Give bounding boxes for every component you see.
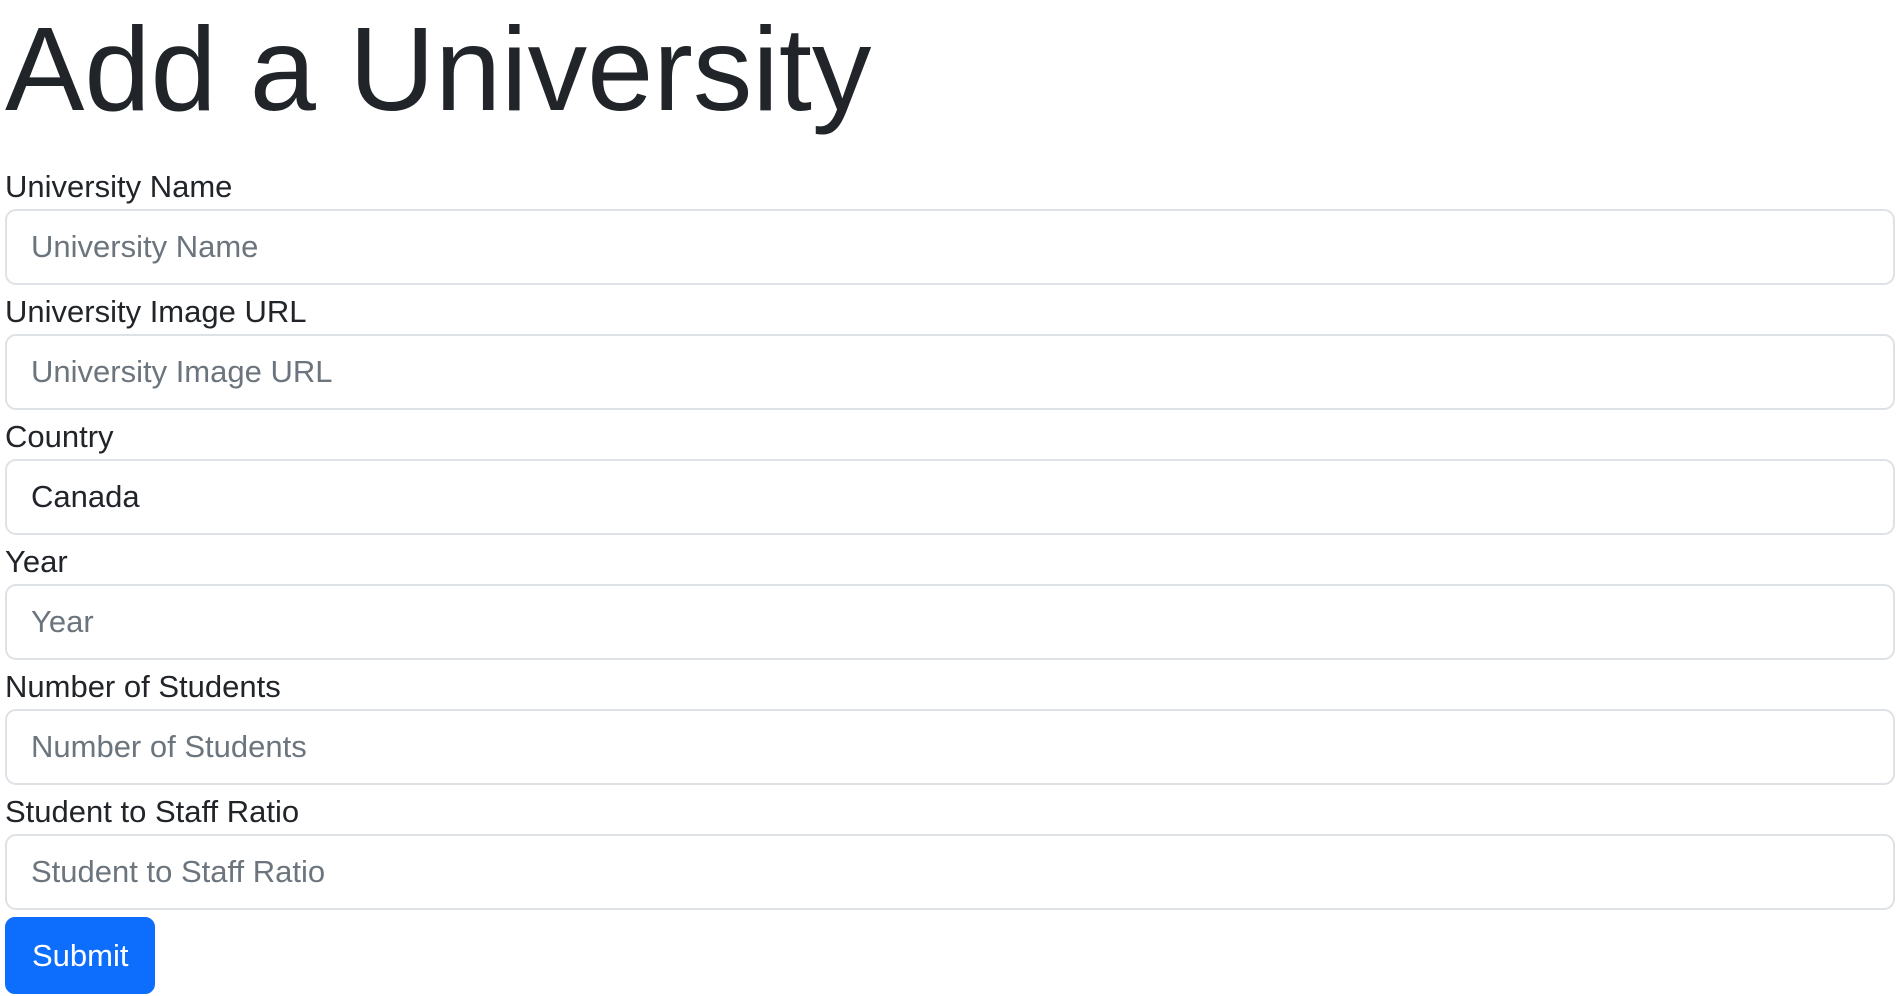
country-input[interactable] [5,459,1895,535]
university-name-input[interactable] [5,209,1895,285]
university-image-url-label: University Image URL [5,294,307,329]
university-name-label: University Name [5,169,233,204]
student-to-staff-ratio-input[interactable] [5,834,1895,910]
field-year: Year [5,542,1895,667]
country-label: Country [5,419,114,454]
student-to-staff-ratio-label: Student to Staff Ratio [5,794,300,829]
page: Add a University University Name Univers… [0,0,1898,996]
number-of-students-label: Number of Students [5,669,281,704]
university-image-url-input[interactable] [5,334,1895,410]
number-of-students-input[interactable] [5,709,1895,785]
year-input[interactable] [5,584,1895,660]
add-university-form: University Name University Image URL Cou… [5,167,1895,994]
field-university-image-url: University Image URL [5,292,1895,417]
submit-button[interactable]: Submit [5,917,156,994]
field-number-of-students: Number of Students [5,667,1895,792]
year-label: Year [5,544,68,579]
page-title: Add a University [5,3,872,136]
field-country: Country [5,417,1895,542]
field-student-to-staff-ratio: Student to Staff Ratio [5,792,1895,917]
field-university-name: University Name [5,167,1895,292]
